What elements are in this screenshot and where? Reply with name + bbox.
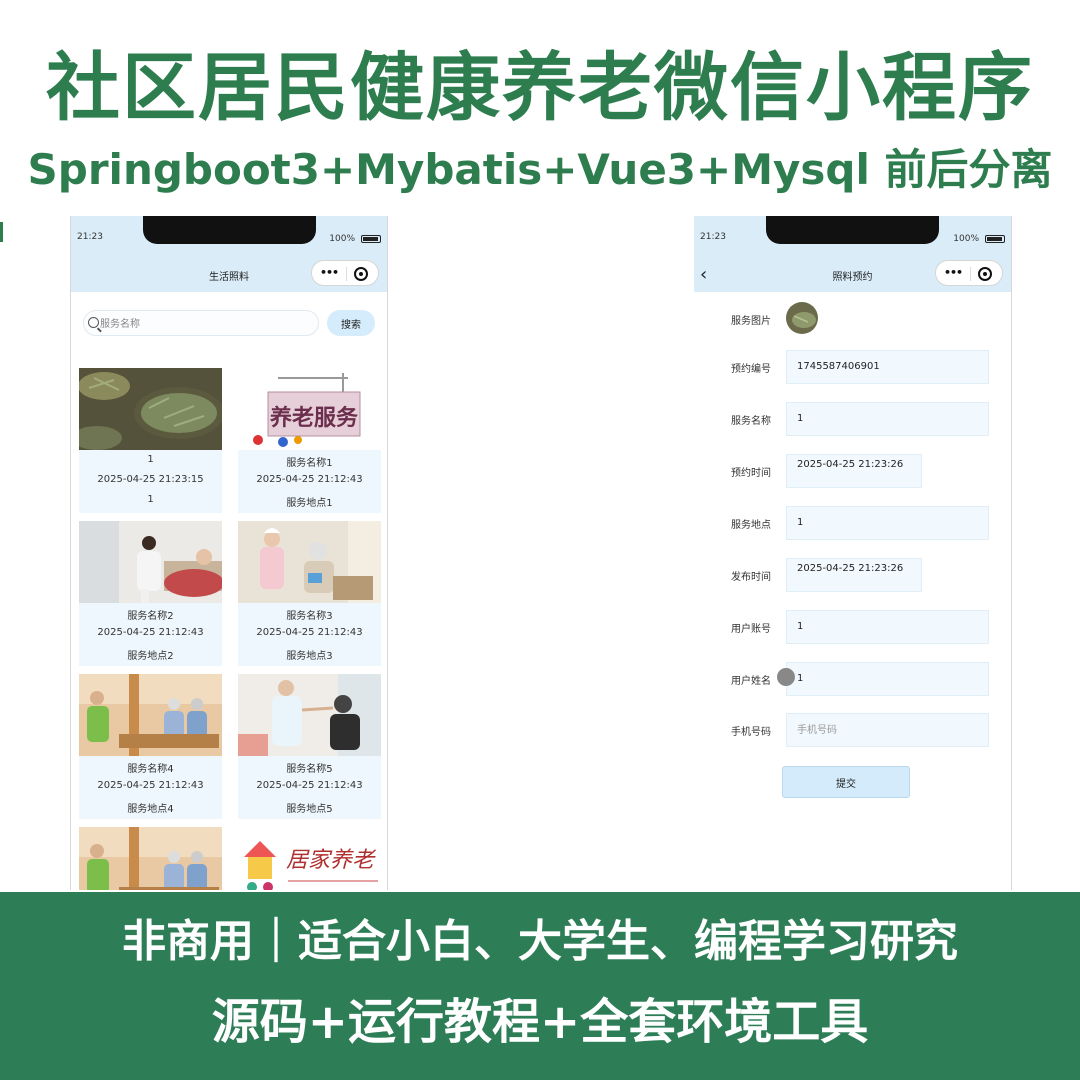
- capsule-divider: [970, 267, 971, 281]
- poster-text: 居家养老: [286, 848, 377, 873]
- battery-icon: [361, 235, 381, 243]
- search-box[interactable]: [83, 310, 319, 336]
- battery-level: 100%: [953, 234, 979, 244]
- status-bar: 21:23 100%: [71, 216, 387, 260]
- headline: 社区居民健康养老微信小程序: [46, 45, 1034, 131]
- edge-mark: [0, 222, 3, 242]
- elderly-care-sign-image: 养老服务: [238, 368, 381, 450]
- username-field[interactable]: 1: [786, 662, 989, 696]
- cursor-dot: [777, 668, 795, 686]
- card-name: 服务名称2: [127, 611, 174, 622]
- row-account: 用户账号 1: [694, 610, 1011, 646]
- subheadline: Springboot3+Mybatis+Vue3+Mysql 前后分离: [27, 145, 1053, 194]
- publish-time-field[interactable]: 2025-04-25 21:23:26: [786, 558, 922, 592]
- service-card[interactable]: 1 2025-04-25 21:23:15 1: [79, 368, 222, 513]
- card-time: 2025-04-25 21:12:43: [256, 474, 363, 485]
- row-username: 用户姓名 1: [694, 662, 1011, 698]
- phone-input[interactable]: [786, 713, 989, 747]
- elders-in-lounge-image: [79, 827, 222, 890]
- notch: [766, 216, 939, 244]
- search-icon: [88, 317, 99, 328]
- card-place: 服务地点2: [127, 651, 174, 662]
- row-place: 服务地点 1: [694, 506, 1011, 542]
- card-place: 1: [147, 494, 154, 505]
- label-username: 用户姓名: [731, 676, 771, 687]
- card-place: 服务地点1: [286, 498, 333, 509]
- service-card[interactable]: [79, 827, 222, 890]
- menu-capsule[interactable]: •••: [311, 260, 379, 286]
- service-card[interactable]: 服务名称4 2025-04-25 21:12:43 服务地点4: [79, 674, 222, 819]
- banner-line-1: 非商用｜适合小白、大学生、编程学习研究: [122, 916, 958, 967]
- service-card[interactable]: 服务名称2 2025-04-25 21:12:43 服务地点2: [79, 521, 222, 666]
- row-service-name: 服务名称 1: [694, 402, 1011, 438]
- row-booking-time: 预约时间 2025-04-25 21:23:26: [694, 454, 1011, 490]
- row-publish-time: 发布时间 2025-04-25 21:23:26: [694, 558, 1011, 594]
- service-name-field[interactable]: 1: [786, 402, 989, 436]
- close-miniprogram-icon[interactable]: [978, 267, 992, 281]
- service-card[interactable]: 服务名称5 2025-04-25 21:12:43 服务地点5: [238, 674, 381, 819]
- label-service-image: 服务图片: [731, 316, 771, 327]
- card-name: 服务名称1: [286, 458, 333, 469]
- label-booking-no: 预约编号: [731, 364, 771, 375]
- status-bar: 21:23 100%: [694, 216, 1011, 260]
- notch: [143, 216, 316, 244]
- battery-level: 100%: [329, 234, 355, 244]
- capsule-divider: [346, 267, 347, 281]
- label-publish-time: 发布时间: [731, 572, 771, 583]
- service-card[interactable]: 居家养老: [238, 827, 381, 890]
- booking-time-field[interactable]: 2025-04-25 21:23:26: [786, 454, 922, 488]
- elders-in-lounge-image: [79, 674, 222, 756]
- card-name: 服务名称4: [127, 764, 174, 775]
- label-account: 用户账号: [731, 624, 771, 635]
- search-input[interactable]: [100, 315, 300, 333]
- home-care-poster-image: 居家养老: [238, 827, 381, 890]
- status-time: 21:23: [700, 232, 726, 242]
- promo-banner: 非商用｜适合小白、大学生、编程学习研究 源码+运行教程+全套环境工具: [0, 892, 1080, 1080]
- banner-line-2: 源码+运行教程+全套环境工具: [211, 994, 869, 1050]
- card-time: 2025-04-25 21:12:43: [256, 627, 363, 638]
- account-field[interactable]: 1: [786, 610, 989, 644]
- service-image-thumbnail[interactable]: [786, 302, 818, 334]
- card-place: 服务地点3: [286, 651, 333, 662]
- search-button[interactable]: 搜索: [327, 310, 375, 336]
- service-card[interactable]: 服务名称3 2025-04-25 21:12:43 服务地点3: [238, 521, 381, 666]
- battery-icon: [985, 235, 1005, 243]
- place-field[interactable]: 1: [786, 506, 989, 540]
- phone-service-list: 21:23 100% 生活照料 ••• 搜索: [70, 216, 388, 890]
- label-phone: 手机号码: [731, 727, 771, 738]
- card-time: 2025-04-25 21:23:15: [97, 474, 204, 485]
- service-card[interactable]: 养老服务 服务名称1 2025-04-25 21:12:43 服务地点1: [238, 368, 381, 513]
- card-place: 服务地点5: [286, 804, 333, 815]
- submit-button[interactable]: 提交: [782, 766, 910, 798]
- label-place: 服务地点: [731, 520, 771, 531]
- caregiver-feeding-image: [238, 674, 381, 756]
- card-place: 服务地点4: [127, 804, 174, 815]
- card-time: 2025-04-25 21:12:43: [256, 780, 363, 791]
- tea-leaves-image: [79, 368, 222, 450]
- nav-bar: 生活照料 •••: [71, 260, 387, 292]
- row-phone: 手机号码: [694, 713, 1011, 749]
- card-time: 2025-04-25 21:12:43: [97, 780, 204, 791]
- close-miniprogram-icon[interactable]: [354, 267, 368, 281]
- card-time: 2025-04-25 21:12:43: [97, 627, 204, 638]
- booking-no-field[interactable]: 1745587406901: [786, 350, 989, 384]
- more-icon[interactable]: •••: [944, 267, 963, 278]
- phone-booking-form: 21:23 100% ‹ 照料预约 ••• 服务图片 预约编号 17455874…: [694, 216, 1012, 890]
- status-time: 21:23: [77, 232, 103, 242]
- sign-text: 养老服务: [269, 405, 359, 431]
- more-icon[interactable]: •••: [320, 267, 339, 278]
- nurse-with-elder-image: [238, 521, 381, 603]
- row-booking-no: 预约编号 1745587406901: [694, 350, 1011, 386]
- label-booking-time: 预约时间: [731, 468, 771, 479]
- card-name: 服务名称5: [286, 764, 333, 775]
- nurse-with-patient-image: [79, 521, 222, 603]
- menu-capsule[interactable]: •••: [935, 260, 1003, 286]
- card-name: 1: [147, 454, 154, 465]
- label-service-name: 服务名称: [731, 416, 771, 427]
- card-name: 服务名称3: [286, 611, 333, 622]
- row-service-image: 服务图片: [694, 302, 1011, 338]
- nav-bar: ‹ 照料预约 •••: [694, 260, 1011, 292]
